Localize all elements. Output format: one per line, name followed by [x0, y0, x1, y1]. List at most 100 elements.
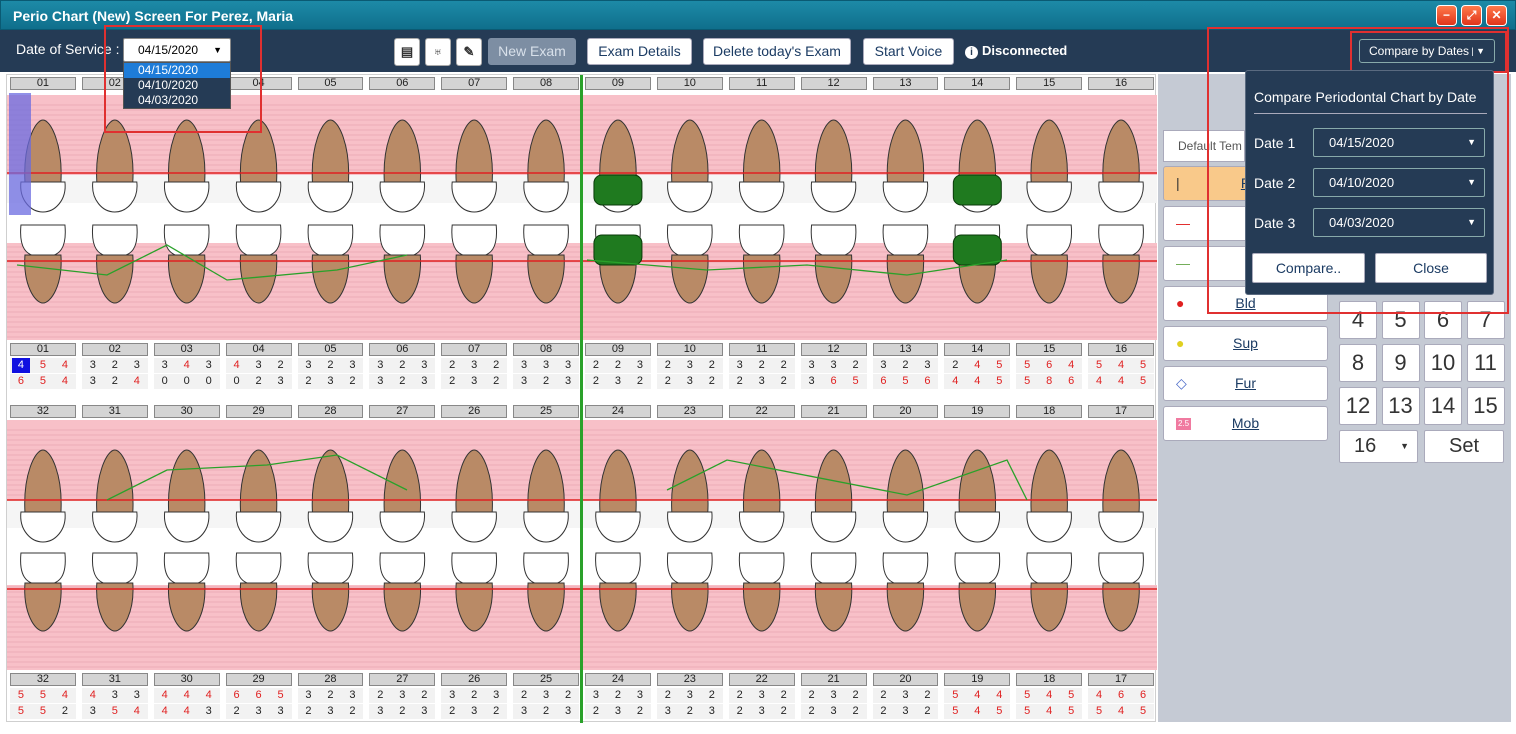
- tooth-number[interactable]: 19: [944, 405, 1011, 418]
- tooth-number[interactable]: 19: [944, 673, 1011, 686]
- tooth[interactable]: [523, 224, 569, 304]
- tooth[interactable]: [523, 449, 569, 543]
- pocket-value[interactable]: 2: [731, 688, 749, 703]
- tooth-number[interactable]: 32: [10, 673, 76, 686]
- tooth-value-group[interactable]: 444: [153, 688, 220, 703]
- date-option[interactable]: 04/15/2020: [124, 63, 230, 78]
- pocket-value[interactable]: 4: [946, 374, 964, 389]
- pocket-value[interactable]: 2: [106, 358, 124, 373]
- pocket-value[interactable]: 2: [371, 688, 389, 703]
- pocket-value[interactable]: 3: [465, 358, 483, 373]
- pocket-value[interactable]: 2: [443, 704, 461, 719]
- tooth[interactable]: [810, 449, 857, 543]
- pocket-value[interactable]: 3: [896, 688, 914, 703]
- pocket-value[interactable]: 5: [990, 704, 1008, 719]
- pocket-value[interactable]: 2: [609, 358, 627, 373]
- date2-select[interactable]: 04/10/2020 ▼: [1313, 168, 1485, 197]
- pocket-value[interactable]: 2: [659, 358, 677, 373]
- pocket-value[interactable]: 5: [946, 704, 964, 719]
- furcation-button[interactable]: ◇ Fur: [1163, 366, 1328, 401]
- numpad-key[interactable]: 15: [1466, 387, 1505, 425]
- pocket-value[interactable]: 2: [587, 374, 605, 389]
- tooth-value-group[interactable]: 323: [656, 704, 723, 719]
- tooth-number[interactable]: 12: [800, 343, 867, 356]
- pocket-value[interactable]: 3: [250, 704, 268, 719]
- tooth-number[interactable]: 27: [369, 673, 436, 686]
- pocket-value[interactable]: 2: [775, 688, 793, 703]
- tooth[interactable]: [235, 552, 282, 632]
- tooth-value-group[interactable]: 323: [369, 374, 436, 389]
- pocket-value[interactable]: 3: [537, 358, 555, 373]
- pocket-value[interactable]: 3: [200, 358, 218, 373]
- progress-note-icon[interactable]: ✎: [456, 38, 482, 66]
- tooth-value-group[interactable]: 445: [1088, 374, 1154, 389]
- tooth-value-group[interactable]: 232: [656, 688, 723, 703]
- tooth-value-group[interactable]: 232: [585, 374, 651, 389]
- tooth-number[interactable]: 28: [297, 405, 364, 418]
- pocket-value[interactable]: 3: [515, 374, 533, 389]
- pocket-value[interactable]: 6: [918, 374, 936, 389]
- tooth[interactable]: [1098, 119, 1144, 213]
- exam-details-button[interactable]: Exam Details: [587, 38, 692, 65]
- pocket-value[interactable]: 2: [587, 358, 605, 373]
- pocket-value[interactable]: 2: [896, 358, 914, 373]
- tooth-number[interactable]: 17: [1088, 405, 1154, 418]
- tooth-value-group[interactable]: 232: [297, 704, 364, 719]
- tooth[interactable]: [523, 119, 569, 213]
- pocket-value[interactable]: 3: [825, 688, 843, 703]
- tooth-value-group[interactable]: 223: [585, 358, 651, 373]
- pocket-value[interactable]: 2: [321, 358, 339, 373]
- tooth-number[interactable]: 06: [369, 77, 436, 90]
- tooth[interactable]: [666, 552, 713, 632]
- tooth-value-group[interactable]: 545: [1016, 704, 1083, 719]
- pocket-value[interactable]: 3: [272, 704, 290, 719]
- tooth-value-group[interactable]: 544: [944, 688, 1011, 703]
- pocket-value[interactable]: 3: [487, 688, 505, 703]
- tooth-number[interactable]: 14: [944, 343, 1011, 356]
- pocket-value[interactable]: 3: [321, 704, 339, 719]
- close-button[interactable]: Close: [1375, 253, 1487, 283]
- pocket-value[interactable]: 3: [84, 374, 102, 389]
- tooth-number[interactable]: 30: [153, 673, 220, 686]
- pocket-value[interactable]: 3: [753, 704, 771, 719]
- tooth-number[interactable]: 25: [513, 673, 579, 686]
- tooth-number[interactable]: 29: [225, 673, 292, 686]
- tooth-number[interactable]: 18: [1016, 405, 1083, 418]
- tooth[interactable]: [595, 449, 641, 543]
- tooth-value-group[interactable]: 323: [297, 358, 364, 373]
- tooth-number[interactable]: 16: [1088, 77, 1154, 90]
- pocket-value[interactable]: 3: [443, 688, 461, 703]
- pocket-value[interactable]: 4: [156, 704, 174, 719]
- pocket-value[interactable]: 2: [393, 374, 411, 389]
- pocket-value[interactable]: 5: [34, 688, 52, 703]
- tooth[interactable]: [523, 552, 569, 632]
- pocket-value[interactable]: 5: [34, 704, 52, 719]
- pocket-value[interactable]: 3: [415, 374, 433, 389]
- mobility-button[interactable]: 2.5 Mob: [1163, 406, 1328, 441]
- tooth-value-group[interactable]: 232: [800, 704, 867, 719]
- tooth-value-group[interactable]: 023: [225, 374, 292, 389]
- numpad-key[interactable]: 4: [1339, 301, 1377, 339]
- pocket-value[interactable]: 2: [487, 704, 505, 719]
- pocket-value[interactable]: 3: [272, 374, 290, 389]
- tooth-number[interactable]: 09: [585, 343, 651, 356]
- tooth[interactable]: [1026, 119, 1072, 213]
- pocket-value[interactable]: 5: [34, 374, 52, 389]
- pocket-value[interactable]: 5: [1134, 358, 1152, 373]
- numpad-key[interactable]: 12: [1339, 387, 1377, 425]
- pocket-value[interactable]: 2: [537, 374, 555, 389]
- pocket-value[interactable]: 2: [703, 688, 721, 703]
- pocket-value[interactable]: 6: [825, 374, 843, 389]
- pocket-value[interactable]: 5: [990, 374, 1008, 389]
- pocket-value[interactable]: 2: [487, 374, 505, 389]
- pocket-value[interactable]: 4: [11, 358, 30, 373]
- tooth[interactable]: [163, 552, 210, 632]
- numpad-key[interactable]: 8: [1339, 344, 1377, 382]
- tooth-value-group[interactable]: 654: [10, 374, 76, 389]
- tooth-number[interactable]: 10: [656, 77, 723, 90]
- tooth-value-group[interactable]: 232: [297, 374, 364, 389]
- tooth[interactable]: [810, 119, 857, 213]
- pocket-value[interactable]: 3: [896, 704, 914, 719]
- pocket-value[interactable]: 4: [128, 374, 146, 389]
- tooth[interactable]: [954, 449, 1000, 543]
